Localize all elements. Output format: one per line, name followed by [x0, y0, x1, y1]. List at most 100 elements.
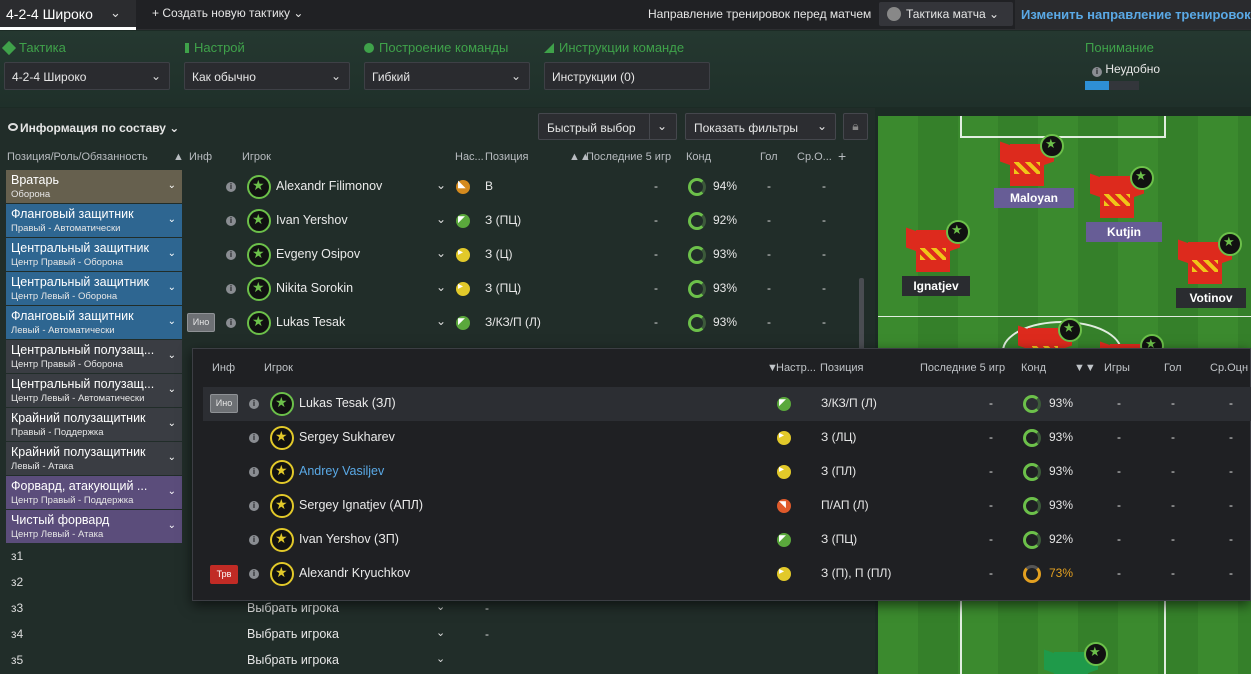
pitch-player-name[interactable]: Votinov	[1176, 288, 1246, 308]
chevron-down-icon[interactable]: ⌄	[436, 600, 445, 613]
popup-col-info[interactable]: Инф	[212, 362, 235, 374]
popup-player-name[interactable]: Lukas Tesak (ЗЛ)	[299, 396, 396, 410]
popup-player-row[interactable]: i Sergey Ignatjev (АПЛ) П/АП (Л) - 93% -…	[203, 489, 1251, 523]
player-name[interactable]: Ivan Yershov	[276, 213, 348, 227]
col-last5[interactable]: Последние 5 игр	[586, 151, 671, 163]
player-shirt[interactable]	[1090, 166, 1154, 218]
popup-col-goals[interactable]: Гол	[1164, 362, 1182, 374]
chevron-down-icon[interactable]: ⌄	[168, 316, 176, 327]
chevron-down-icon[interactable]: ⌄	[168, 418, 176, 429]
popup-player-name[interactable]: Andrey Vasiljev	[299, 464, 384, 478]
pitch-player-name[interactable]: Kutjin	[1086, 222, 1162, 242]
sort-icon[interactable]: ▲	[173, 151, 184, 163]
player-shirt[interactable]	[1178, 232, 1242, 284]
role-cell[interactable]: Центральный защитник Центр Левый - Оборо…	[6, 272, 182, 305]
substitute-row[interactable]: з4 Выбрать игрока ⌄ -	[0, 621, 865, 647]
col-condition[interactable]: Конд	[686, 151, 711, 163]
chevron-down-icon[interactable]: ⌄	[436, 246, 446, 260]
role-cell[interactable]: Крайний полузащитник Правый - Поддержка …	[6, 408, 182, 441]
chevron-down-icon[interactable]: ⌄	[168, 520, 176, 531]
info-icon[interactable]: i	[249, 569, 259, 579]
role-cell[interactable]: Вратарь Оборона ⌄	[6, 170, 182, 203]
role-cell[interactable]: Центральный полузащ... Центр Левый - Авт…	[6, 374, 182, 407]
popup-col-avg-rating[interactable]: Ср.Оцн	[1210, 362, 1248, 374]
match-tactic-select[interactable]: Тактика матча ⌄	[879, 2, 1013, 26]
player-name[interactable]: Evgeny Osipov	[276, 247, 360, 261]
role-cell[interactable]: Центральный защитник Центр Правый - Обор…	[6, 238, 182, 271]
table-row[interactable]: Фланговый защитник Левый - Автоматически…	[0, 306, 865, 340]
chevron-down-icon[interactable]: ⌄	[436, 212, 446, 226]
col-position-role[interactable]: Позиция/Роль/Обязанность	[7, 151, 148, 163]
info-icon[interactable]: i	[226, 182, 236, 192]
col-player[interactable]: Игрок	[242, 151, 271, 163]
col-info[interactable]: Инф	[189, 151, 212, 163]
table-row[interactable]: Центральный защитник Центр Правый - Обор…	[0, 238, 865, 272]
role-cell[interactable]: Фланговый защитник Правый - Автоматическ…	[6, 204, 182, 237]
role-cell[interactable]: Чистый форвард Центр Левый - Атака ⌄	[6, 510, 182, 543]
popup-player-row[interactable]: i Ivan Yershov (ЗП) З (ПЦ) - 92% - - -	[203, 523, 1251, 557]
popup-player-row[interactable]: i Andrey Vasiljev З (ПЛ) - 93% - - -	[203, 455, 1251, 489]
tactic-tab[interactable]: 4-2-4 Широко ⌄	[0, 0, 136, 30]
info-icon[interactable]: i	[226, 250, 236, 260]
chevron-down-icon[interactable]: ⌄	[168, 452, 176, 463]
col-avg-rating[interactable]: Ср.О...	[797, 151, 832, 163]
player-name[interactable]: Lukas Tesak	[276, 315, 345, 329]
chevron-down-icon[interactable]: ⌄	[436, 652, 445, 665]
popup-player-name[interactable]: Alexandr Kryuchkov	[299, 566, 410, 580]
player-shirt[interactable]	[906, 220, 970, 272]
chevron-down-icon[interactable]: ⌄	[168, 248, 176, 259]
popup-player-row[interactable]: i Sergey Sukharev З (ЛЦ) - 93% - - -	[203, 421, 1251, 455]
mentality-dropdown[interactable]: Как обычно ⌄	[184, 62, 350, 90]
select-player-button[interactable]: Выбрать игрока	[247, 601, 339, 615]
new-tactic-button[interactable]: + Создать новую тактику ⌄	[152, 6, 303, 20]
chevron-down-icon[interactable]: ⌄	[110, 5, 121, 21]
pitch-player-name[interactable]: Ignatjev	[902, 276, 970, 296]
popup-col-position[interactable]: Позиция	[820, 362, 864, 374]
lock-icon[interactable]: 🔒︎	[843, 113, 868, 140]
info-icon[interactable]: i	[249, 433, 259, 443]
info-icon[interactable]: i	[249, 501, 259, 511]
col-goals[interactable]: Гол	[760, 151, 778, 163]
col-position[interactable]: Позиция	[485, 151, 529, 163]
add-column-icon[interactable]: +	[838, 148, 846, 164]
chevron-down-icon[interactable]: ⌄	[657, 119, 667, 133]
sort-icon[interactable]: ▼▼	[1074, 362, 1096, 374]
role-cell[interactable]: Центральный полузащ... Центр Правый - Об…	[6, 340, 182, 373]
chevron-down-icon[interactable]: ⌄	[436, 178, 446, 192]
info-icon[interactable]: i	[249, 399, 259, 409]
player-shirt[interactable]	[1000, 134, 1064, 186]
substitute-row[interactable]: з5 Выбрать игрока ⌄	[0, 647, 865, 673]
chevron-down-icon[interactable]: ⌄	[168, 214, 176, 225]
info-icon[interactable]: i	[249, 467, 259, 477]
tactic-dropdown[interactable]: 4-2-4 Широко ⌄	[4, 62, 170, 90]
chevron-down-icon[interactable]: ⌄	[168, 350, 176, 361]
role-cell[interactable]: Фланговый защитник Левый - Автоматически…	[6, 306, 182, 339]
role-cell[interactable]: Форвард, атакующий ... Центр Правый - По…	[6, 476, 182, 509]
popup-col-condition[interactable]: Конд	[1021, 362, 1046, 374]
info-icon[interactable]: i	[226, 318, 236, 328]
pitch-player-name[interactable]: Maloyan	[994, 188, 1074, 208]
info-icon[interactable]: i	[226, 284, 236, 294]
show-filters-button[interactable]: Показать фильтры ⌄	[685, 113, 836, 140]
popup-player-name[interactable]: Sergey Sukharev	[299, 430, 395, 444]
col-mood[interactable]: Нас...	[455, 151, 484, 163]
popup-col-mood[interactable]: Настр...	[776, 362, 816, 374]
popup-player-name[interactable]: Sergey Ignatjev (АПЛ)	[299, 498, 423, 512]
table-row[interactable]: Фланговый защитник Правый - Автоматическ…	[0, 204, 865, 238]
popup-player-row[interactable]: Ино i Lukas Tesak (ЗЛ) З/КЗ/П (Л) - 93% …	[203, 387, 1251, 421]
select-player-button[interactable]: Выбрать игрока	[247, 627, 339, 641]
chevron-down-icon[interactable]: ⌄	[168, 384, 176, 395]
goalkeeper-shirt[interactable]	[1044, 642, 1108, 674]
info-icon[interactable]: i	[249, 535, 259, 545]
popup-player-name[interactable]: Ivan Yershov (ЗП)	[299, 532, 399, 546]
popup-col-games[interactable]: Игры	[1104, 362, 1130, 374]
formation-dropdown[interactable]: Гибкий ⌄	[364, 62, 530, 90]
player-name[interactable]: Nikita Sorokin	[276, 281, 353, 295]
chevron-down-icon[interactable]: ⌄	[436, 280, 446, 294]
chevron-down-icon[interactable]: ⌄	[436, 626, 445, 639]
chevron-down-icon[interactable]: ⌄	[168, 180, 176, 191]
popup-player-row[interactable]: Трв i Alexandr Kryuchkov З (П), П (ПЛ) -…	[203, 557, 1251, 591]
popup-col-last5[interactable]: Последние 5 игр	[920, 362, 1005, 374]
popup-col-player[interactable]: Игрок	[264, 362, 293, 374]
chevron-down-icon[interactable]: ⌄	[436, 314, 446, 328]
